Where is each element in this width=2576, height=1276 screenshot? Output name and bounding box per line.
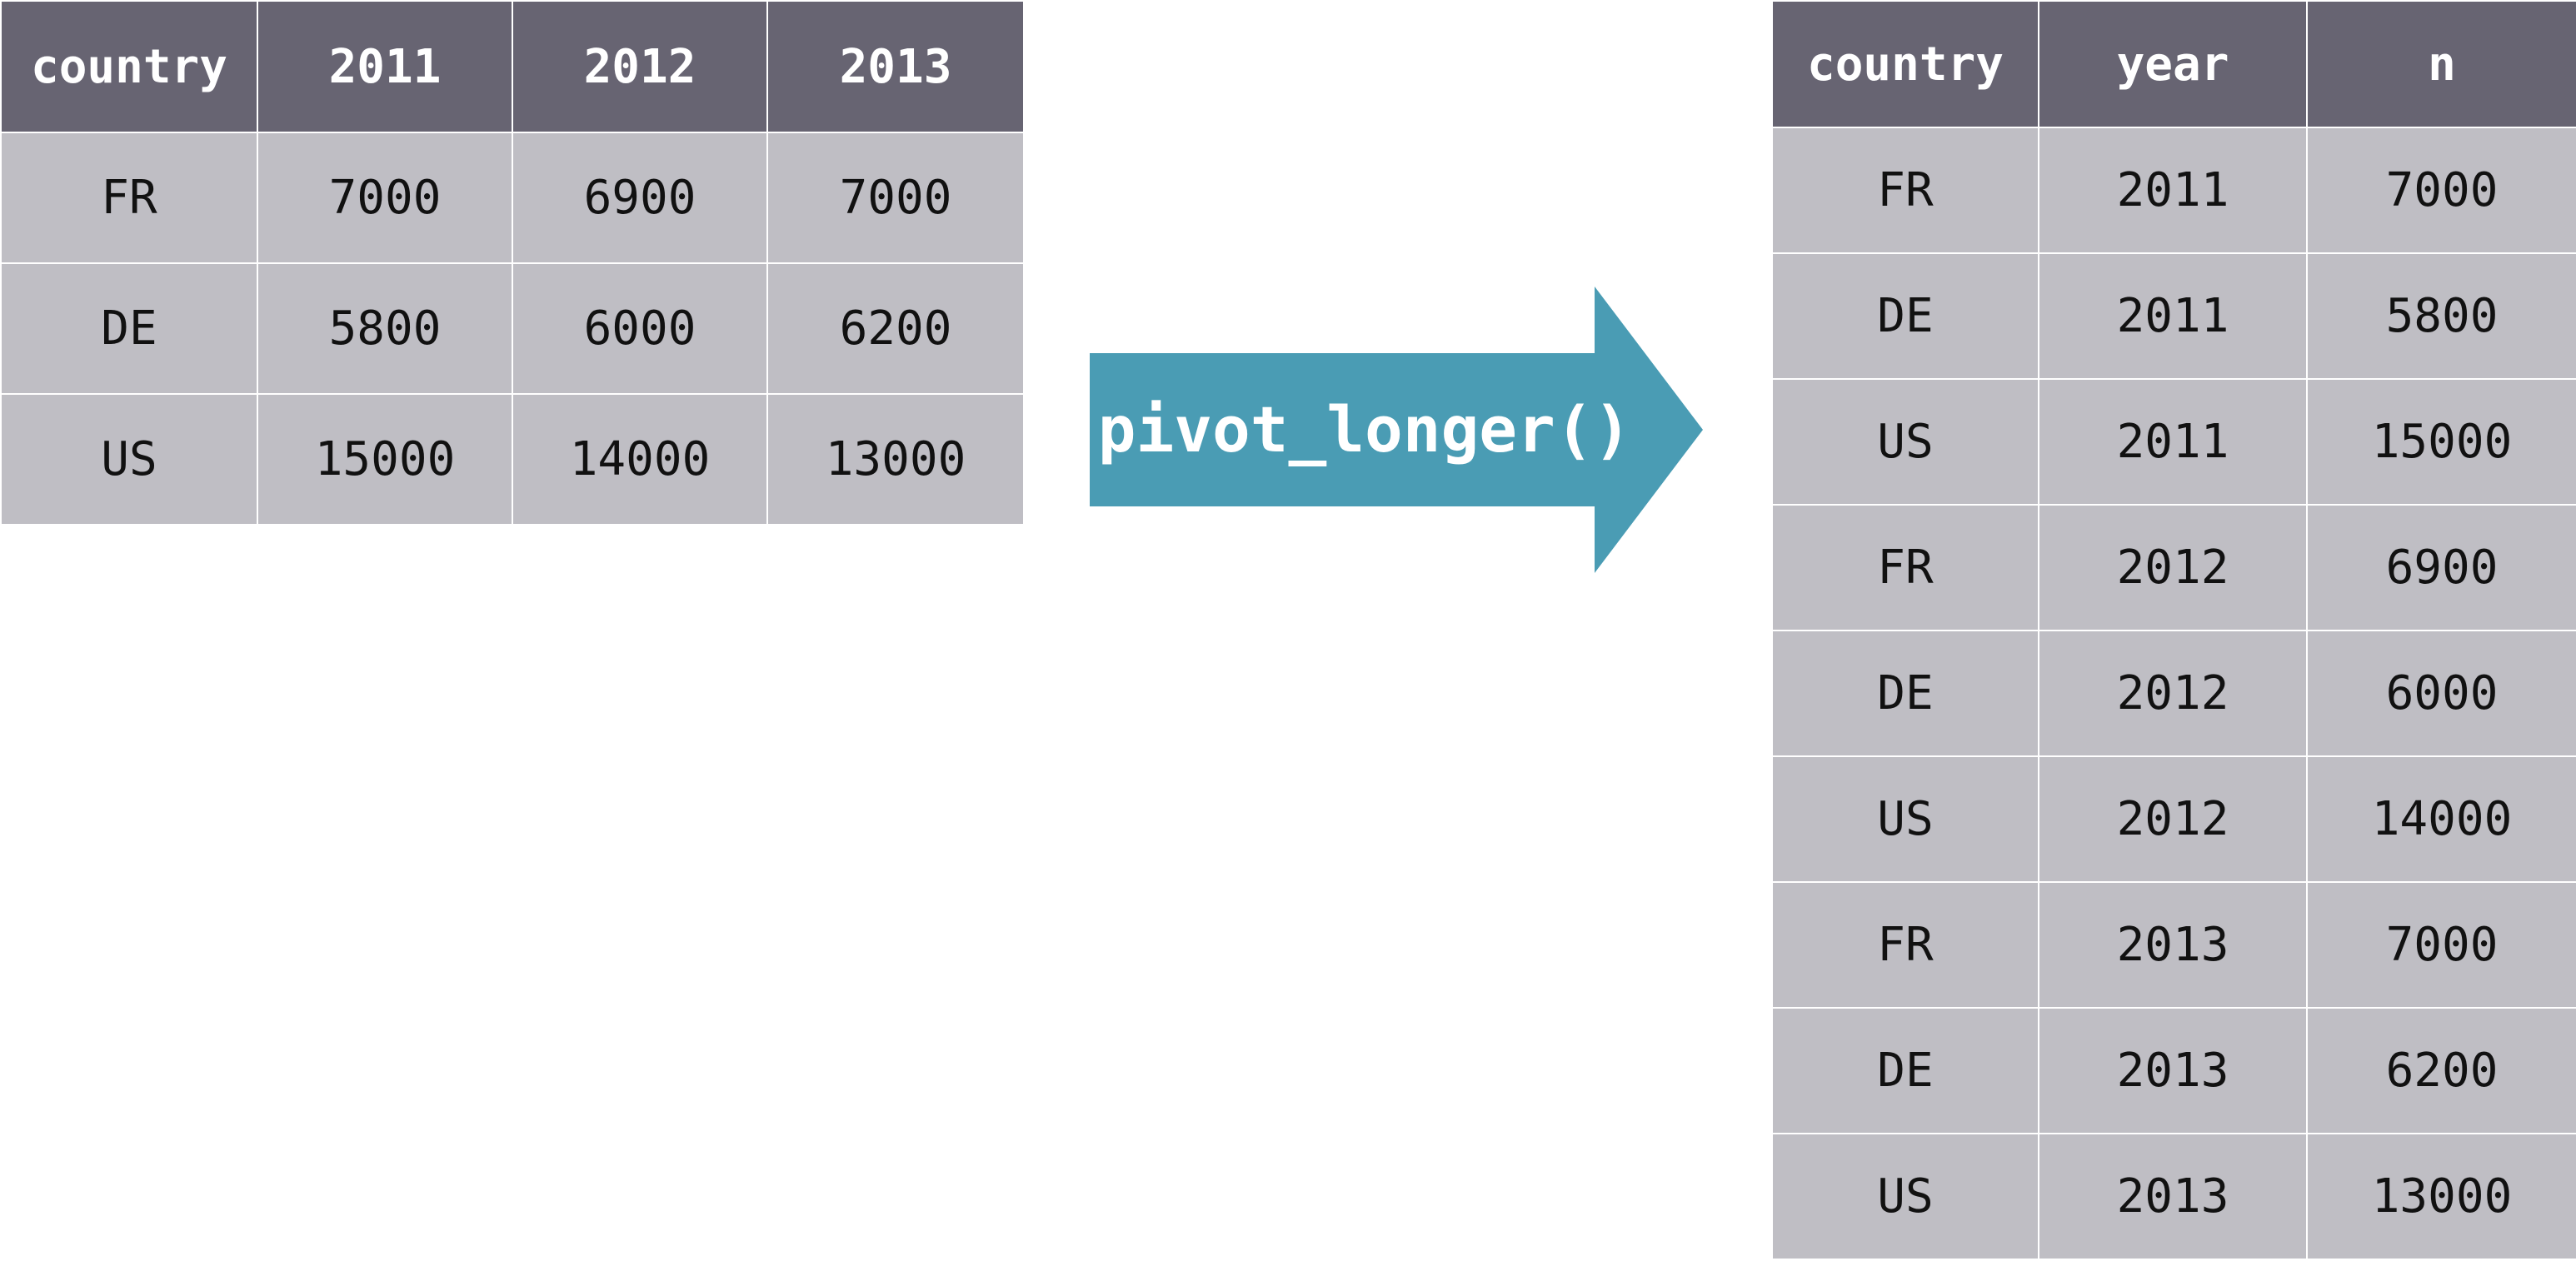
table-cell: FR xyxy=(1771,127,2039,254)
table-cell: DE xyxy=(1771,1007,2039,1134)
table-cell: 6000 xyxy=(512,262,768,395)
long-header-country: country xyxy=(1771,0,2039,128)
table-cell: US xyxy=(1771,755,2039,883)
table-cell: US xyxy=(0,393,258,526)
wide-header-country: country xyxy=(0,0,258,133)
wide-header-2011: 2011 xyxy=(257,0,513,133)
table-cell: 15000 xyxy=(257,393,513,526)
table-row: DE 2013 6200 xyxy=(1771,1007,2576,1134)
table-cell: DE xyxy=(0,262,258,395)
table-cell: 2012 xyxy=(2038,630,2308,757)
table-cell: 14000 xyxy=(512,393,768,526)
table-row: FR 2012 6900 xyxy=(1771,504,2576,631)
table-row: DE 2012 6000 xyxy=(1771,630,2576,757)
table-cell: 2013 xyxy=(2038,1133,2308,1260)
table-cell: 13000 xyxy=(2306,1133,2576,1260)
table-cell: 7000 xyxy=(2306,881,2576,1009)
table-cell: 2013 xyxy=(2038,1007,2308,1134)
table-cell: FR xyxy=(1771,504,2039,631)
table-cell: 2011 xyxy=(2038,127,2308,254)
wide-table: country 2011 2012 2013 FR 7000 6900 7000… xyxy=(0,0,1025,526)
table-row: US 15000 14000 13000 xyxy=(0,393,1025,526)
long-header-n: n xyxy=(2306,0,2576,128)
table-cell: US xyxy=(1771,378,2039,506)
table-row: FR 7000 6900 7000 xyxy=(0,132,1025,264)
table-cell: 13000 xyxy=(766,393,1025,526)
table-row: DE 2011 5800 xyxy=(1771,252,2576,380)
table-cell: 5800 xyxy=(257,262,513,395)
table-cell: 7000 xyxy=(766,132,1025,264)
table-cell: 2013 xyxy=(2038,881,2308,1009)
table-cell: FR xyxy=(1771,881,2039,1009)
table-cell: 6000 xyxy=(2306,630,2576,757)
table-cell: 14000 xyxy=(2306,755,2576,883)
table-cell: DE xyxy=(1771,252,2039,380)
wide-header-2012: 2012 xyxy=(512,0,768,133)
table-cell: 6900 xyxy=(2306,504,2576,631)
table-cell: 6200 xyxy=(2306,1007,2576,1134)
table-cell: 15000 xyxy=(2306,378,2576,506)
table-row: DE 5800 6000 6200 xyxy=(0,262,1025,395)
wide-header-2013: 2013 xyxy=(766,0,1025,133)
table-cell: 6900 xyxy=(512,132,768,264)
table-cell: DE xyxy=(1771,630,2039,757)
table-cell: 5800 xyxy=(2306,252,2576,380)
long-table: country year n FR 2011 7000 DE 2011 5800… xyxy=(1771,0,2576,1260)
table-row: FR 2013 7000 xyxy=(1771,881,2576,1009)
table-cell: 2012 xyxy=(2038,504,2308,631)
table-row: FR 2011 7000 xyxy=(1771,127,2576,254)
long-header-year: year xyxy=(2038,0,2308,128)
table-cell: 6200 xyxy=(766,262,1025,395)
table-cell: 7000 xyxy=(257,132,513,264)
table-row: US 2013 13000 xyxy=(1771,1133,2576,1260)
table-cell: FR xyxy=(0,132,258,264)
table-row: US 2012 14000 xyxy=(1771,755,2576,883)
wide-table-header-row: country 2011 2012 2013 xyxy=(0,0,1025,133)
pivot-function-label: pivot_longer() xyxy=(1097,392,1632,466)
table-cell: 2012 xyxy=(2038,755,2308,883)
long-table-header-row: country year n xyxy=(1771,0,2576,128)
table-cell: US xyxy=(1771,1133,2039,1260)
table-cell: 2011 xyxy=(2038,378,2308,506)
table-row: US 2011 15000 xyxy=(1771,378,2576,506)
table-cell: 2011 xyxy=(2038,252,2308,380)
table-cell: 7000 xyxy=(2306,127,2576,254)
